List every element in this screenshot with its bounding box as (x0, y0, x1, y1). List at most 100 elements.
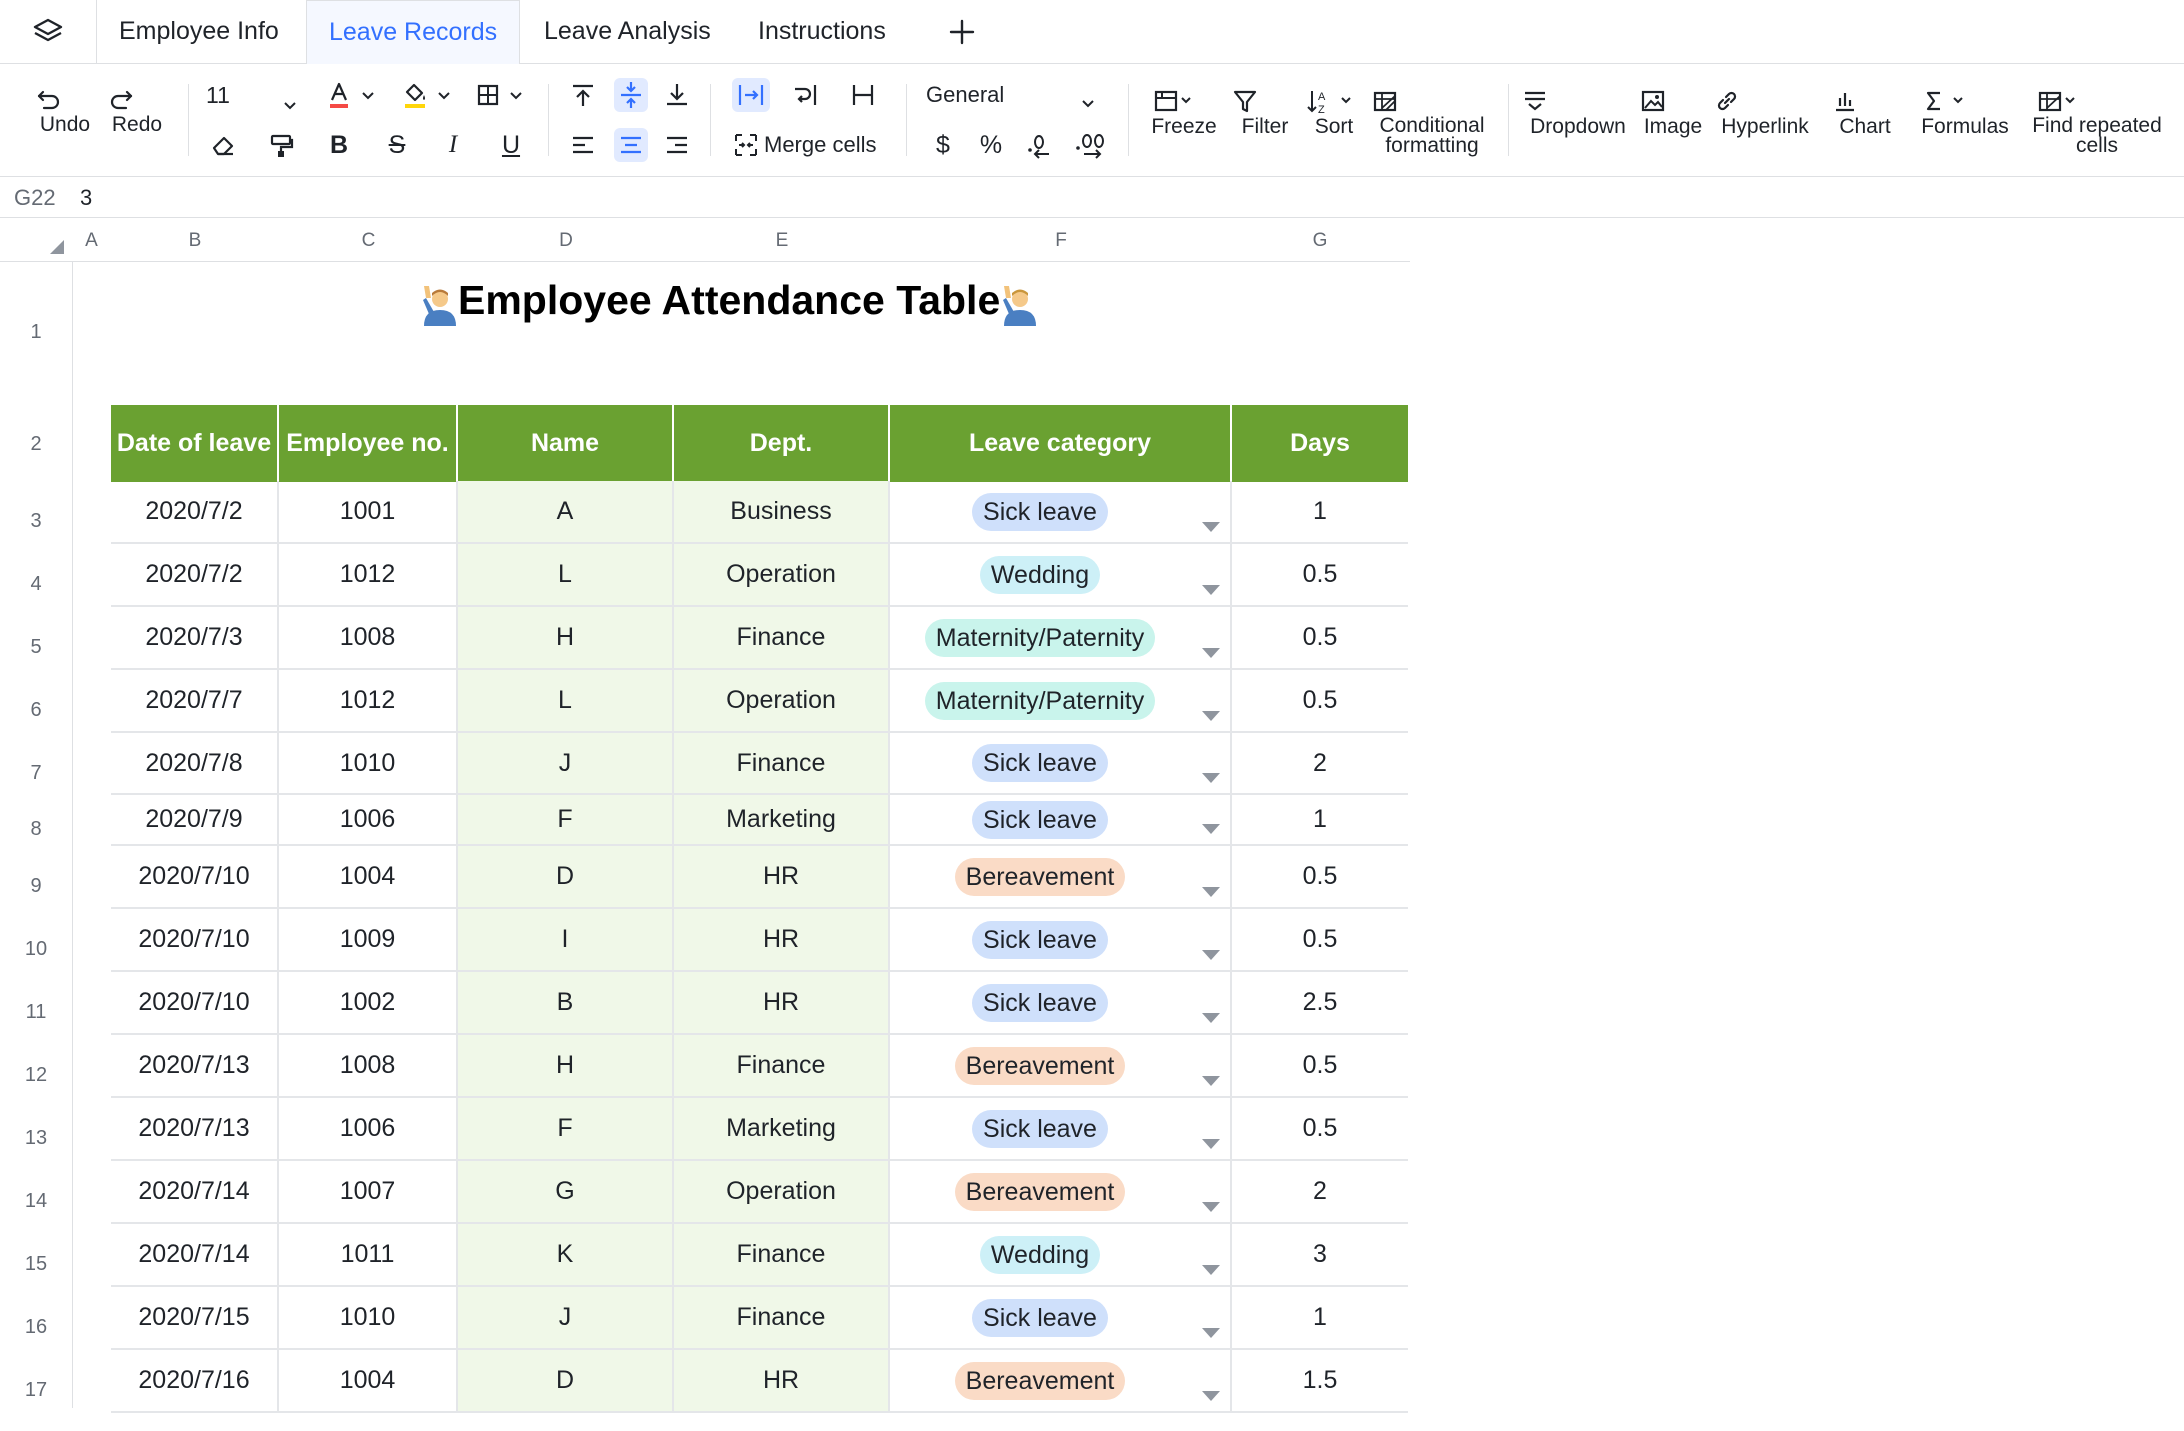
borders-button[interactable] (472, 78, 530, 112)
cell-dept[interactable]: Operation (674, 544, 890, 605)
cell-date[interactable]: 2020/7/13 (111, 1035, 279, 1096)
cell-date[interactable]: 2020/7/14 (111, 1161, 279, 1222)
dropdown-arrow-icon[interactable] (1202, 887, 1220, 897)
underline-button[interactable]: U (494, 128, 528, 162)
cell-employee-no[interactable]: 1008 (279, 1035, 458, 1096)
cell-days[interactable]: 0.5 (1232, 909, 1408, 970)
cell-dept[interactable]: Finance (674, 1224, 890, 1285)
row-header[interactable]: 6 (0, 670, 72, 733)
cell-leave-category[interactable]: Sick leave (890, 1287, 1232, 1348)
image-button[interactable]: Image (1638, 86, 1708, 138)
cell-leave-category[interactable]: Bereavement (890, 1350, 1232, 1411)
currency-button[interactable]: $ (926, 128, 960, 162)
align-top-button[interactable] (566, 78, 600, 112)
header-date-of-leave[interactable]: Date of leave (111, 405, 279, 482)
cell-employee-no[interactable]: 1011 (279, 1224, 458, 1285)
cell-leave-category[interactable]: Sick leave (890, 733, 1232, 793)
cell-leave-category[interactable]: Sick leave (890, 1098, 1232, 1159)
cell-name[interactable]: G (458, 1161, 674, 1222)
sort-button[interactable]: AZ Sort (1302, 86, 1366, 138)
dropdown-arrow-icon[interactable] (1202, 1139, 1220, 1149)
cell-days[interactable]: 2 (1232, 733, 1408, 793)
dropdown-arrow-icon[interactable] (1202, 950, 1220, 960)
column-header-e[interactable]: E (674, 218, 890, 261)
cell-days[interactable]: 2 (1232, 1161, 1408, 1222)
cell-employee-no[interactable]: 1004 (279, 1350, 458, 1411)
dropdown-arrow-icon[interactable] (1202, 1391, 1220, 1401)
conditional-formatting-button[interactable]: Conditional formatting (1370, 86, 1494, 156)
cell-dept[interactable]: Finance (674, 733, 890, 793)
cell-days[interactable]: 0.5 (1232, 1098, 1408, 1159)
cell-name[interactable]: H (458, 1035, 674, 1096)
cell-leave-category[interactable]: Wedding (890, 1224, 1232, 1285)
cell-date[interactable]: 2020/7/10 (111, 909, 279, 970)
dropdown-arrow-icon[interactable] (1202, 1076, 1220, 1086)
font-size-select[interactable]: 11 (206, 78, 296, 112)
cell-dept[interactable]: Finance (674, 607, 890, 668)
bold-button[interactable]: B (322, 128, 356, 162)
row-header[interactable]: 11 (0, 972, 72, 1035)
row-header[interactable]: 1 (0, 262, 72, 400)
fill-color-button[interactable] (398, 78, 456, 112)
cell-leave-category[interactable]: Sick leave (890, 909, 1232, 970)
align-middle-button[interactable] (614, 78, 648, 112)
dropdown-arrow-icon[interactable] (1202, 585, 1220, 595)
row-header[interactable]: 3 (0, 481, 72, 544)
italic-button[interactable]: I (436, 128, 470, 162)
tab-instructions[interactable]: Instructions (736, 0, 908, 63)
cell-name[interactable]: B (458, 972, 674, 1033)
chart-button[interactable]: Chart (1830, 86, 1900, 138)
row-header[interactable]: 14 (0, 1161, 72, 1224)
cell-dept[interactable]: Marketing (674, 1098, 890, 1159)
row-header[interactable]: 4 (0, 544, 72, 607)
cell-leave-category[interactable]: Maternity/Paternity (890, 670, 1232, 731)
find-repeated-cells-button[interactable]: Find repeated cells (2024, 86, 2170, 156)
cell-leave-category[interactable]: Sick leave (890, 795, 1232, 844)
cell-dept[interactable]: HR (674, 972, 890, 1033)
cell-name[interactable]: L (458, 544, 674, 605)
increase-decimal-button[interactable] (1072, 128, 1110, 162)
row-header[interactable]: 10 (0, 909, 72, 972)
header-name[interactable]: Name (458, 405, 674, 482)
row-header[interactable]: 5 (0, 607, 72, 670)
cell-dept[interactable]: Finance (674, 1287, 890, 1348)
cell-days[interactable]: 0.5 (1232, 544, 1408, 605)
cell-date[interactable]: 2020/7/7 (111, 670, 279, 731)
cell-employee-no[interactable]: 1010 (279, 733, 458, 793)
column-header-b[interactable]: B (111, 218, 279, 261)
cell-leave-category[interactable]: Bereavement (890, 1161, 1232, 1222)
formula-input[interactable]: 3 (80, 185, 92, 211)
cell-date[interactable]: 2020/7/16 (111, 1350, 279, 1411)
cell-name[interactable]: K (458, 1224, 674, 1285)
formulas-button[interactable]: Formulas (1912, 86, 2018, 138)
row-header[interactable]: 2 (0, 400, 72, 481)
cell-employee-no[interactable]: 1006 (279, 1098, 458, 1159)
dropdown-button[interactable]: Dropdown (1520, 86, 1636, 138)
clear-format-button[interactable] (206, 128, 240, 162)
align-right-button[interactable] (660, 128, 694, 162)
row-header[interactable]: 13 (0, 1098, 72, 1161)
cell-days[interactable]: 1 (1232, 795, 1408, 844)
cell-days[interactable]: 3 (1232, 1224, 1408, 1285)
dropdown-arrow-icon[interactable] (1202, 522, 1220, 532)
dropdown-arrow-icon[interactable] (1202, 648, 1220, 658)
filter-button[interactable]: Filter (1230, 86, 1300, 138)
cell-leave-category[interactable]: Bereavement (890, 1035, 1232, 1096)
cell-employee-no[interactable]: 1012 (279, 544, 458, 605)
cell-employee-no[interactable]: 1004 (279, 846, 458, 907)
cell-dept[interactable]: Operation (674, 1161, 890, 1222)
cell-name[interactable]: H (458, 607, 674, 668)
cell-name[interactable]: D (458, 846, 674, 907)
row-header[interactable]: 17 (0, 1350, 72, 1413)
cell-dept[interactable]: HR (674, 846, 890, 907)
cell-date[interactable]: 2020/7/2 (111, 544, 279, 605)
cell-leave-category[interactable]: Wedding (890, 544, 1232, 605)
align-bottom-button[interactable] (660, 78, 694, 112)
cell-days[interactable]: 1 (1232, 1287, 1408, 1348)
cell-date[interactable]: 2020/7/13 (111, 1098, 279, 1159)
cell-days[interactable]: 0.5 (1232, 1035, 1408, 1096)
text-wrap-button[interactable] (788, 78, 822, 112)
cell-employee-no[interactable]: 1006 (279, 795, 458, 844)
row-header[interactable]: 9 (0, 846, 72, 909)
cell-dept[interactable]: HR (674, 909, 890, 970)
